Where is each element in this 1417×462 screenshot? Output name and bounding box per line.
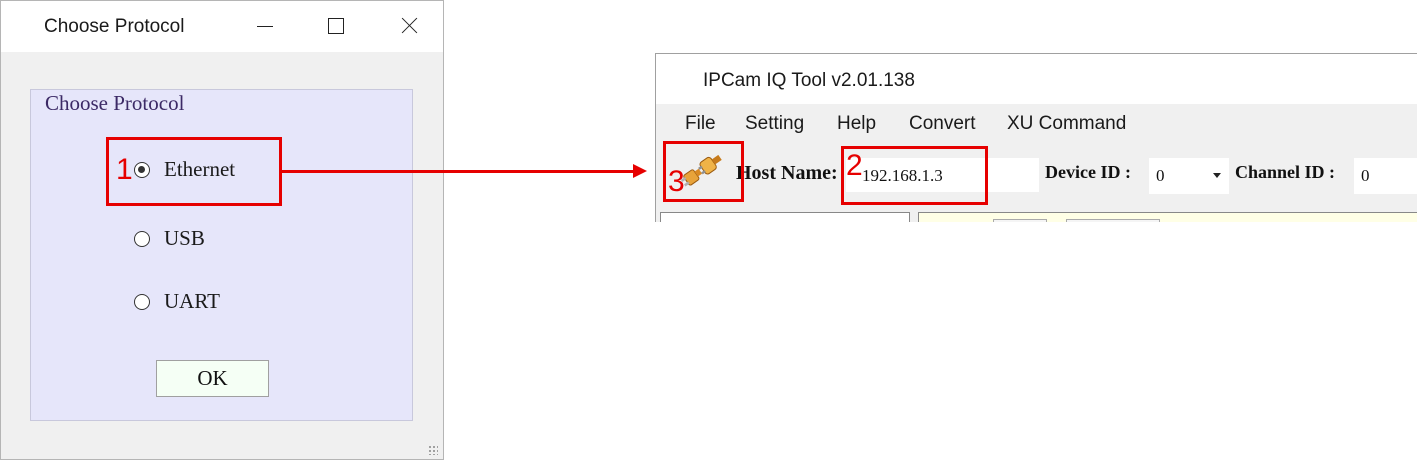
close-icon[interactable] bbox=[397, 14, 421, 38]
annotation-arrow-line bbox=[281, 170, 634, 173]
menu-help[interactable]: Help bbox=[837, 113, 876, 135]
panel-control[interactable] bbox=[1066, 219, 1160, 222]
highlight-box-host-name bbox=[841, 146, 988, 205]
menu-xu-command[interactable]: XU Command bbox=[1007, 113, 1126, 135]
menu-setting[interactable]: Setting bbox=[745, 113, 804, 135]
maximize-icon[interactable] bbox=[323, 14, 347, 38]
channel-id-value[interactable]: 0 bbox=[1361, 166, 1370, 186]
ok-button[interactable]: OK bbox=[156, 360, 269, 397]
app-titlebar: IPCam IQ Tool v2.01.138 bbox=[656, 54, 1417, 104]
iq-tool-window: IPCam IQ Tool v2.01.138 File Setting Hel… bbox=[655, 53, 1417, 222]
radio-usb[interactable] bbox=[134, 231, 150, 247]
host-name-label: Host Name: bbox=[736, 162, 838, 184]
step-3-marker: 3 bbox=[668, 165, 685, 198]
dialog-titlebar: Choose Protocol bbox=[1, 1, 443, 52]
dialog-title: Choose Protocol bbox=[44, 16, 185, 37]
channel-id-label: Channel ID : bbox=[1235, 162, 1336, 182]
radio-uart[interactable] bbox=[134, 294, 150, 310]
resize-grip-icon[interactable] bbox=[428, 445, 438, 455]
left-panel bbox=[660, 212, 910, 222]
menu-convert[interactable]: Convert bbox=[909, 113, 976, 135]
device-id-value[interactable]: 0 bbox=[1156, 166, 1165, 186]
step-1-marker: 1 bbox=[116, 153, 133, 186]
radio-uart-label[interactable]: UART bbox=[164, 289, 220, 314]
arrow-head-icon bbox=[633, 164, 647, 178]
dropdown-arrow-icon[interactable] bbox=[1213, 173, 1221, 178]
radio-usb-label[interactable]: USB bbox=[164, 226, 205, 251]
app-title: IPCam IQ Tool v2.01.138 bbox=[703, 70, 915, 91]
step-2-marker: 2 bbox=[846, 149, 863, 182]
panel-control[interactable] bbox=[993, 219, 1047, 222]
menu-file[interactable]: File bbox=[685, 113, 716, 135]
device-id-label: Device ID : bbox=[1045, 162, 1131, 182]
menubar: File Setting Help Convert XU Command bbox=[656, 104, 1417, 140]
minimize-icon[interactable] bbox=[253, 14, 277, 38]
groupbox-title: Choose Protocol bbox=[45, 91, 185, 115]
